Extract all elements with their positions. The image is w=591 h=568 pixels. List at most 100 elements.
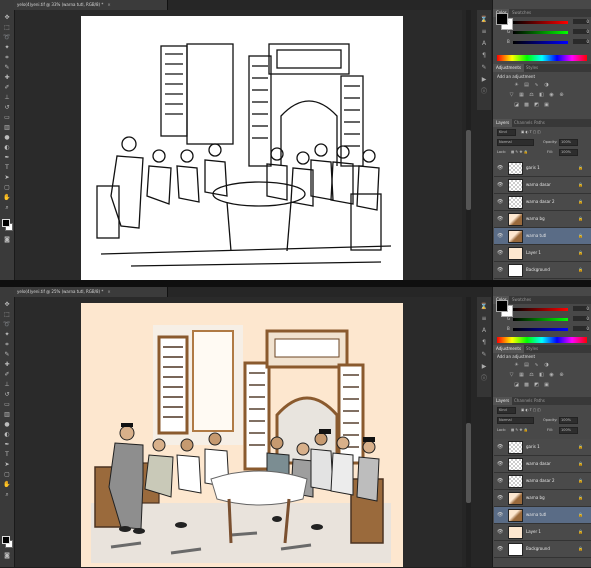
layer-row[interactable]: 👁 Layer 1 🔒 — [494, 245, 591, 262]
canvas-lineart[interactable] — [81, 16, 403, 280]
eye-icon[interactable]: 👁 — [497, 165, 503, 171]
marquee-tool-icon[interactable]: ⬚ — [3, 24, 11, 31]
eye-icon[interactable]: 👁 — [497, 461, 503, 467]
pen-tool-icon[interactable]: ✒ — [3, 154, 11, 161]
brush-tool-icon[interactable]: ✐ — [3, 84, 11, 91]
blur-tool-icon[interactable]: ● — [3, 421, 11, 428]
blue-slider[interactable]: B0 — [507, 326, 589, 332]
brush-presets-icon[interactable]: ✎ — [480, 351, 488, 359]
eye-icon[interactable]: 👁 — [497, 529, 503, 535]
path-select-tool-icon[interactable]: ➤ — [3, 461, 11, 468]
layer-name[interactable]: Layer 1 — [526, 250, 541, 255]
layer-row[interactable]: 👁 Background 🔒 — [494, 541, 591, 558]
zoom-tool-icon[interactable]: ⌕ — [3, 204, 11, 211]
posterize-icon[interactable]: ▩ — [523, 102, 530, 108]
actions-icon[interactable]: ▶ — [480, 363, 488, 371]
zoom-tool-icon[interactable]: ⌕ — [3, 491, 11, 498]
fill-input[interactable]: 100% — [559, 427, 578, 434]
layer-name[interactable]: garis 1 — [526, 444, 540, 449]
scrollbar-thumb[interactable] — [466, 423, 471, 503]
eyedropper-tool-icon[interactable]: ✎ — [3, 351, 11, 358]
vibrance-icon[interactable]: ▽ — [508, 372, 515, 378]
fill-input[interactable]: 100% — [559, 149, 578, 156]
properties-icon[interactable]: ≡ — [480, 28, 488, 36]
stamp-tool-icon[interactable]: ⊥ — [3, 94, 11, 101]
crop-tool-icon[interactable]: ⌗ — [3, 54, 11, 61]
hand-tool-icon[interactable]: ✋ — [3, 481, 11, 488]
character-icon[interactable]: A — [480, 40, 488, 48]
pen-tool-icon[interactable]: ✒ — [3, 441, 11, 448]
vibrance-icon[interactable]: ▽ — [508, 92, 515, 98]
quick-mask-icon[interactable]: ◙ — [3, 552, 11, 559]
document-tab[interactable]: yelo(4)yeni.tif @ 33% (warna tutl, RGB/8… — [14, 0, 168, 10]
shape-tool-icon[interactable]: ▢ — [3, 471, 11, 478]
green-slider[interactable]: G0 — [507, 29, 589, 35]
eye-icon[interactable]: 👁 — [497, 478, 503, 484]
eye-icon[interactable]: 👁 — [497, 444, 503, 450]
invert-icon[interactable]: ◪ — [513, 102, 520, 108]
selective-color-icon[interactable]: ▣ — [543, 382, 550, 388]
tab-paths[interactable]: Paths — [531, 397, 548, 405]
brush-presets-icon[interactable]: ✎ — [480, 64, 488, 72]
tab-layers[interactable]: Layers — [493, 119, 513, 127]
color-spectrum[interactable] — [497, 337, 587, 343]
path-select-tool-icon[interactable]: ➤ — [3, 174, 11, 181]
posterize-icon[interactable]: ▩ — [523, 382, 530, 388]
brush-tool-icon[interactable]: ✐ — [3, 371, 11, 378]
filter-icons[interactable]: ▣ ◐ T ▢ ◫ — [521, 130, 541, 134]
foreground-color-swatch[interactable] — [2, 219, 10, 227]
close-icon[interactable]: × — [107, 0, 110, 10]
info-icon[interactable]: ⓘ — [480, 375, 488, 383]
magic-wand-tool-icon[interactable]: ✦ — [3, 44, 11, 51]
magic-wand-tool-icon[interactable]: ✦ — [3, 331, 11, 338]
levels-icon[interactable]: ▤ — [523, 82, 530, 88]
blue-value[interactable]: 0 — [573, 326, 589, 331]
scrollbar-thumb[interactable] — [466, 130, 471, 210]
layer-name[interactable]: warna bg — [526, 495, 545, 500]
curves-icon[interactable]: ∿ — [533, 82, 540, 88]
layer-row[interactable]: 👁 warna tutl 🔒 — [494, 228, 591, 245]
eye-icon[interactable]: 👁 — [497, 267, 503, 273]
layer-name[interactable]: Background — [526, 546, 550, 551]
layer-name[interactable]: warna dasar 2 — [526, 199, 555, 204]
info-icon[interactable]: ⓘ — [480, 88, 488, 96]
history-brush-icon[interactable]: ↺ — [3, 391, 11, 398]
filter-icons[interactable]: ▣ ◐ T ▢ ◫ — [521, 408, 541, 412]
layer-row[interactable]: 👁 warna dasar 2 🔒 — [494, 194, 591, 211]
levels-icon[interactable]: ▤ — [523, 362, 530, 368]
properties-icon[interactable]: ≡ — [480, 315, 488, 323]
layer-row[interactable]: 👁 warna dasar 2 🔒 — [494, 473, 591, 490]
eye-icon[interactable]: 👁 — [497, 495, 503, 501]
layer-name[interactable]: Background — [526, 267, 550, 272]
move-tool-icon[interactable]: ✥ — [3, 14, 11, 21]
stamp-tool-icon[interactable]: ⊥ — [3, 381, 11, 388]
photo-filter-icon[interactable]: ◉ — [548, 372, 555, 378]
dodge-tool-icon[interactable]: ◐ — [3, 144, 11, 151]
hue-saturation-icon[interactable]: ▦ — [518, 92, 525, 98]
vertical-scrollbar[interactable] — [466, 10, 471, 280]
quick-mask-icon[interactable]: ◙ — [3, 236, 11, 243]
black-white-icon[interactable]: ◧ — [538, 92, 545, 98]
brightness-icon[interactable]: ☀ — [513, 82, 520, 88]
layer-row[interactable]: 👁 Layer 1 🔒 — [494, 524, 591, 541]
eye-icon[interactable]: 👁 — [497, 182, 503, 188]
paragraph-icon[interactable]: ¶ — [480, 339, 488, 347]
kind-filter-select[interactable]: Kind — [497, 129, 516, 136]
black-white-icon[interactable]: ◧ — [538, 372, 545, 378]
eye-icon[interactable]: 👁 — [497, 250, 503, 256]
exposure-icon[interactable]: ◑ — [543, 82, 550, 88]
hand-tool-icon[interactable]: ✋ — [3, 194, 11, 201]
layer-name[interactable]: garis 1 — [526, 165, 540, 170]
close-icon[interactable]: × — [107, 287, 110, 297]
dodge-tool-icon[interactable]: ◐ — [3, 431, 11, 438]
red-value[interactable]: 0 — [573, 19, 589, 24]
healing-tool-icon[interactable]: ✚ — [3, 74, 11, 81]
blue-value[interactable]: 0 — [573, 39, 589, 44]
eye-icon[interactable]: 👁 — [497, 233, 503, 239]
color-spectrum[interactable] — [497, 55, 587, 61]
history-icon[interactable]: ⌛ — [480, 303, 488, 311]
tab-paths[interactable]: Paths — [531, 119, 548, 127]
exposure-icon[interactable]: ◑ — [543, 362, 550, 368]
channel-mixer-icon[interactable]: ⊕ — [558, 372, 565, 378]
layer-row[interactable]: 👁 warna tutl 🔒 — [494, 507, 591, 524]
